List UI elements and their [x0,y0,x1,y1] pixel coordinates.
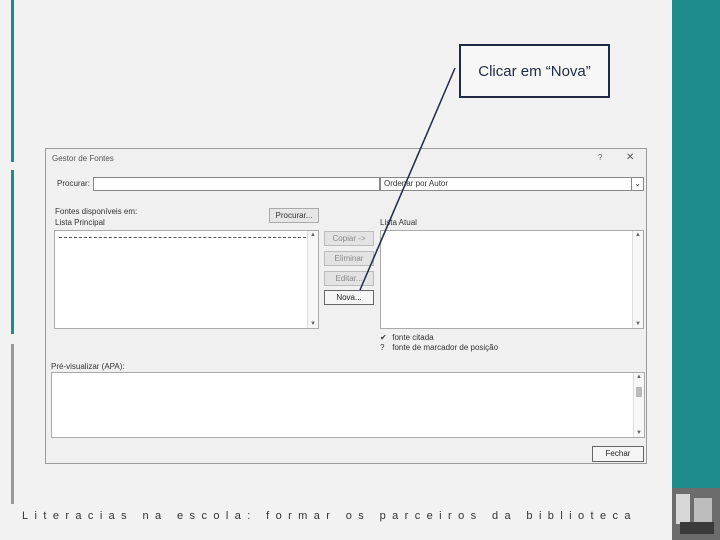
check-icon: ✔ [380,333,387,342]
master-list-label: Lista Principal [55,218,105,227]
current-list-scrollbar[interactable]: ▲ ▼ [632,231,643,328]
master-list[interactable]: ▲ ▼ [54,230,319,329]
question-icon: ? [380,343,385,352]
chevron-down-icon[interactable]: ⌄ [631,178,643,190]
dialog-title: Gestor de Fontes [52,154,114,163]
new-source-button[interactable]: Nova... [324,290,374,305]
delete-button[interactable]: Eliminar [324,251,374,266]
preview-label: Pré-visualizar (APA): [51,362,125,371]
list-focus-indicator [59,237,306,238]
scroll-up-icon[interactable]: ▲ [308,232,318,238]
preview-box: ▲ ▼ [51,372,645,438]
legend-placeholder-text: fonte de marcador de posição [392,343,499,352]
scroll-up-icon[interactable]: ▲ [633,232,643,238]
legend-cited-text: fonte citada [392,333,434,342]
photo-desk [680,522,714,534]
scroll-up-icon[interactable]: ▲ [634,374,644,380]
legend-cited: ✔ fonte citada [380,333,434,342]
close-icon[interactable]: ✕ [626,152,634,163]
sort-selected-value: Ordenar por Autor [384,179,449,188]
scroll-down-icon[interactable]: ▼ [634,430,644,436]
help-icon[interactable]: ? [598,153,602,162]
edit-button[interactable]: Editar... [324,271,374,286]
left-accent-line-middle [11,170,14,334]
photo-figure-1 [676,494,690,524]
current-list[interactable]: ▲ ▼ [380,230,644,329]
copy-button[interactable]: Copiar -> [324,231,374,246]
master-list-scrollbar[interactable]: ▲ ▼ [307,231,318,328]
current-list-label: Lista Atual [380,218,417,227]
legend-placeholder: ? fonte de marcador de posição [380,343,498,352]
footer-title: Literacias na escola: formar os parceiro… [22,510,637,522]
scroll-thumb[interactable] [636,387,642,397]
sources-available-label: Fontes disponíveis em: [55,207,138,216]
search-label: Procurar: [57,179,90,188]
close-dialog-button[interactable]: Fechar [592,446,644,462]
preview-scrollbar[interactable]: ▲ ▼ [633,373,644,437]
side-accent-bar [672,0,720,488]
source-manager-dialog: Gestor de Fontes ? ✕ Procurar: Ordenar p… [45,148,647,464]
search-input[interactable] [93,177,380,191]
sort-dropdown[interactable]: Ordenar por Autor ⌄ [380,177,644,191]
left-accent-line-bottom [11,344,14,504]
scroll-down-icon[interactable]: ▼ [633,321,643,327]
instruction-callout: Clicar em “Nova” [459,44,610,98]
left-accent-line-top [11,0,14,162]
classroom-photo [672,488,720,540]
scroll-down-icon[interactable]: ▼ [308,321,318,327]
browse-button[interactable]: Procurar... [269,208,319,223]
